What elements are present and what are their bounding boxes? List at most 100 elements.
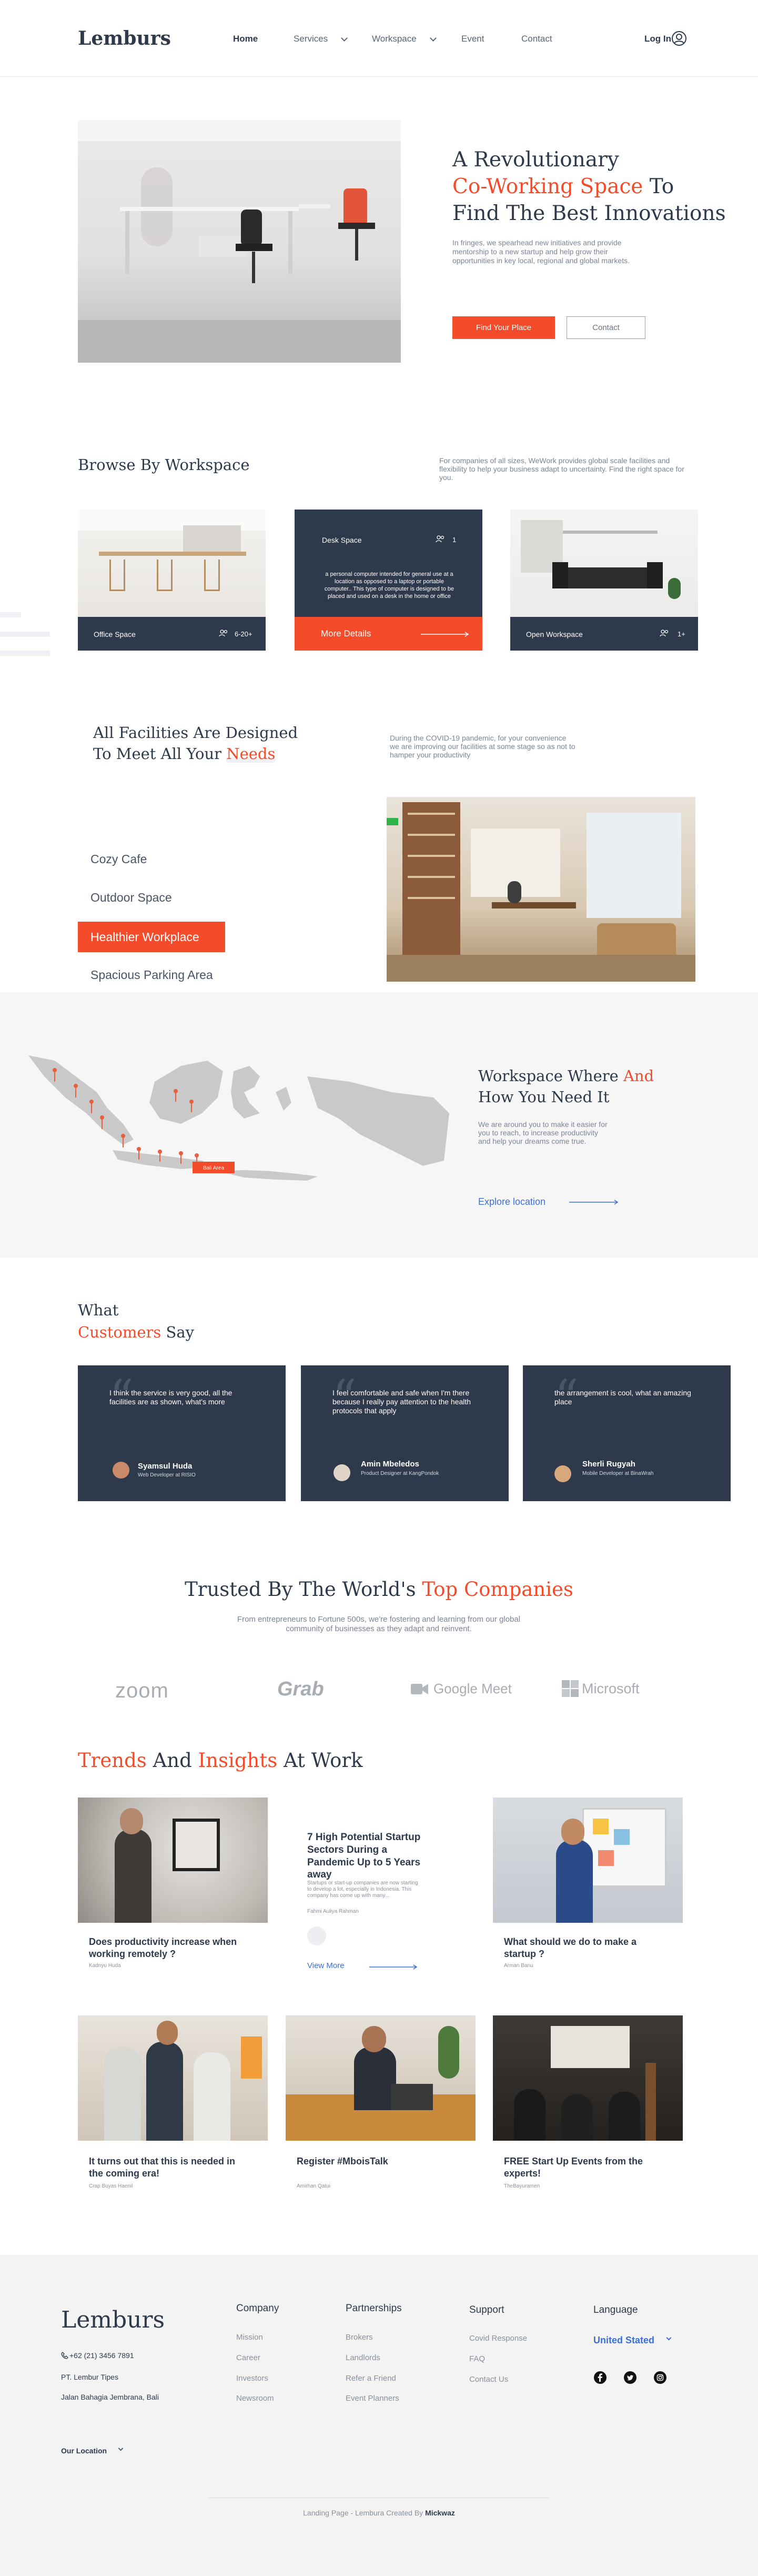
footer-link[interactable]: Event Planners <box>346 2394 399 2403</box>
map-title: Workspace Where And How You Need It <box>478 1065 654 1107</box>
find-your-place-button[interactable]: Find Your Place <box>452 316 555 339</box>
view-more-link[interactable]: View More <box>307 1961 345 1970</box>
footer-link[interactable]: Refer a Friend <box>346 2374 396 2383</box>
brand-logo[interactable]: Lemburs <box>78 27 171 49</box>
testimonial-name: Sherli Rugyah <box>582 1460 635 1469</box>
blog-post-title[interactable]: Does productivity increase when working … <box>89 1936 252 1960</box>
facilities-title-line2: To Meet All Your <box>93 745 221 763</box>
chevron-down-icon[interactable] <box>118 2445 124 2451</box>
footer-col-title: Company <box>236 2303 279 2314</box>
footer-link[interactable]: Investors <box>236 2374 268 2383</box>
blog-post-image[interactable] <box>493 2015 683 2141</box>
arrow-right-icon[interactable] <box>569 1200 620 1205</box>
facility-cozy-cafe[interactable]: Cozy Cafe <box>90 852 147 866</box>
desk-space-count: 1 <box>452 536 457 544</box>
testimonials-title-line2: Say <box>166 1323 195 1341</box>
hero-title-accent: Co-Working Space <box>452 175 643 198</box>
workspace-chevron-down-icon[interactable] <box>430 35 437 42</box>
desk-space-card[interactable]: Desk Space 1 a personal computer intende… <box>295 510 482 651</box>
blog-post-author: TheBayuramen <box>504 2183 540 2189</box>
footer-link[interactable]: Career <box>236 2353 260 2362</box>
blog-post-image[interactable] <box>493 1798 683 1923</box>
instagram-icon[interactable] <box>653 2371 667 2384</box>
office-space-count: 6-20+ <box>235 630 252 638</box>
blog-post-title[interactable]: FREE Start Up Events from the experts! <box>504 2155 656 2179</box>
footer-phone[interactable]: +62 (21) 3456 7891 <box>69 2351 134 2360</box>
open-workspace-card[interactable]: Open Workspace 1+ <box>510 510 698 651</box>
nav-workspace[interactable]: Workspace <box>372 34 417 44</box>
blog-post-author: Arman Banu <box>504 1963 533 1969</box>
insights-title: Trends And Insights At Work <box>78 1749 363 1772</box>
testimonial-quote: the arrangement is cool, what an amazing… <box>554 1389 691 1406</box>
blog-post-title[interactable]: What should we do to make a startup ? <box>504 1936 662 1960</box>
arrow-right-icon[interactable] <box>369 1964 419 1970</box>
featured-post-title[interactable]: 7 High Potential Startup Sectors During … <box>307 1831 428 1881</box>
login-link[interactable]: Log In <box>644 34 671 44</box>
arrow-right-icon <box>421 632 469 637</box>
hero-title: A Revolutionary Co-Working Space To Find… <box>452 146 726 227</box>
microsoft-icon <box>562 1680 579 1697</box>
services-chevron-down-icon[interactable] <box>341 35 348 42</box>
phone-icon <box>61 2352 68 2359</box>
footer-link[interactable]: Newsroom <box>236 2394 274 2403</box>
testimonial-name: Syamsul Huda <box>138 1462 193 1471</box>
footer-link[interactable]: FAQ <box>469 2354 485 2363</box>
footer-link[interactable]: Contact Us <box>469 2375 508 2384</box>
featured-post-excerpt: Startups or start-up companies are now s… <box>307 1880 418 1899</box>
blog-post-title[interactable]: It turns out that this is needed in the … <box>89 2155 247 2179</box>
people-icon <box>219 630 228 637</box>
facility-outdoor-space[interactable]: Outdoor Space <box>90 891 172 905</box>
facility-parking-area[interactable]: Spacious Parking Area <box>90 968 213 982</box>
decor-stripe <box>0 632 50 637</box>
twitter-icon[interactable] <box>623 2371 637 2384</box>
footer-link[interactable]: Brokers <box>346 2333 373 2342</box>
blog-post-image[interactable] <box>78 1798 268 1923</box>
testimonial-card: “ I feel comfortable and safe when I'm t… <box>301 1365 509 1501</box>
blog-post-author: Crap Buyas Haenil <box>89 2183 133 2189</box>
avatar <box>307 1926 326 1945</box>
hero-title-line2: To <box>649 175 674 198</box>
more-details-button[interactable]: More Details <box>295 617 482 651</box>
testimonial-quote: I feel comfortable and safe when I'm the… <box>332 1389 471 1415</box>
user-icon[interactable] <box>671 31 687 46</box>
trusted-title-main: Trusted By The World's <box>185 1578 416 1601</box>
office-space-label: Office Space <box>94 630 136 638</box>
explore-location-link[interactable]: Explore location <box>478 1196 545 1207</box>
trusted-title-accent: Top Companies <box>422 1578 573 1601</box>
testimonial-name: Amin Mbeledos <box>361 1460 419 1469</box>
insights-title-and: And <box>153 1749 192 1772</box>
featured-post-author: Fahmi Auliya Rahman <box>307 1909 359 1914</box>
testimonial-card: “ I think the service is very good, all … <box>78 1365 286 1501</box>
testimonials-title-accent: Customers <box>78 1323 161 1341</box>
nav-contact[interactable]: Contact <box>521 34 552 44</box>
facility-healthier-workplace[interactable]: Healthier Workplace <box>78 922 225 952</box>
contact-button[interactable]: Contact <box>567 316 645 339</box>
indonesia-map[interactable]: Bali Area <box>23 1045 454 1208</box>
footer-credit-author[interactable]: Mickwaz <box>425 2509 455 2517</box>
testimonial-role: Mobile Developer at BinaWrah <box>582 1471 654 1476</box>
nav-event[interactable]: Event <box>461 34 484 44</box>
zoom-logo: zoom <box>115 1679 169 1702</box>
desk-space-label: Desk Space <box>322 536 362 544</box>
footer-logo[interactable]: Lemburs <box>61 2307 165 2333</box>
footer-credit: Landing Page - Lembura Created By Mickwa… <box>0 2509 758 2517</box>
footer-link[interactable]: Covid Response <box>469 2334 527 2343</box>
blog-post-image[interactable] <box>78 2015 268 2141</box>
facebook-icon[interactable] <box>593 2371 607 2384</box>
our-location-dropdown[interactable]: Our Location <box>61 2447 107 2455</box>
map-title-line1: Workspace Where <box>478 1067 619 1085</box>
chevron-down-icon[interactable] <box>666 2335 672 2341</box>
footer-link[interactable]: Landlords <box>346 2353 380 2362</box>
google-meet-icon <box>411 1684 428 1694</box>
nav-home[interactable]: Home <box>233 34 258 44</box>
facilities-title: All Facilities Are Designed To Meet All … <box>93 722 298 764</box>
more-details-label: More Details <box>321 628 371 638</box>
footer: Lemburs +62 (21) 3456 7891 PT. Lembur Ti… <box>0 2255 758 2576</box>
footer-link[interactable]: Mission <box>236 2333 263 2342</box>
blog-post-title[interactable]: Register #MboisTalk <box>297 2155 454 2168</box>
blog-post-image[interactable] <box>286 2015 476 2141</box>
nav-services[interactable]: Services <box>294 34 328 44</box>
language-select[interactable]: United Stated <box>593 2335 654 2346</box>
office-space-card[interactable]: Office Space 6-20+ <box>78 510 266 651</box>
featured-post[interactable]: 7 High Potential Startup Sectors During … <box>295 1816 468 1974</box>
